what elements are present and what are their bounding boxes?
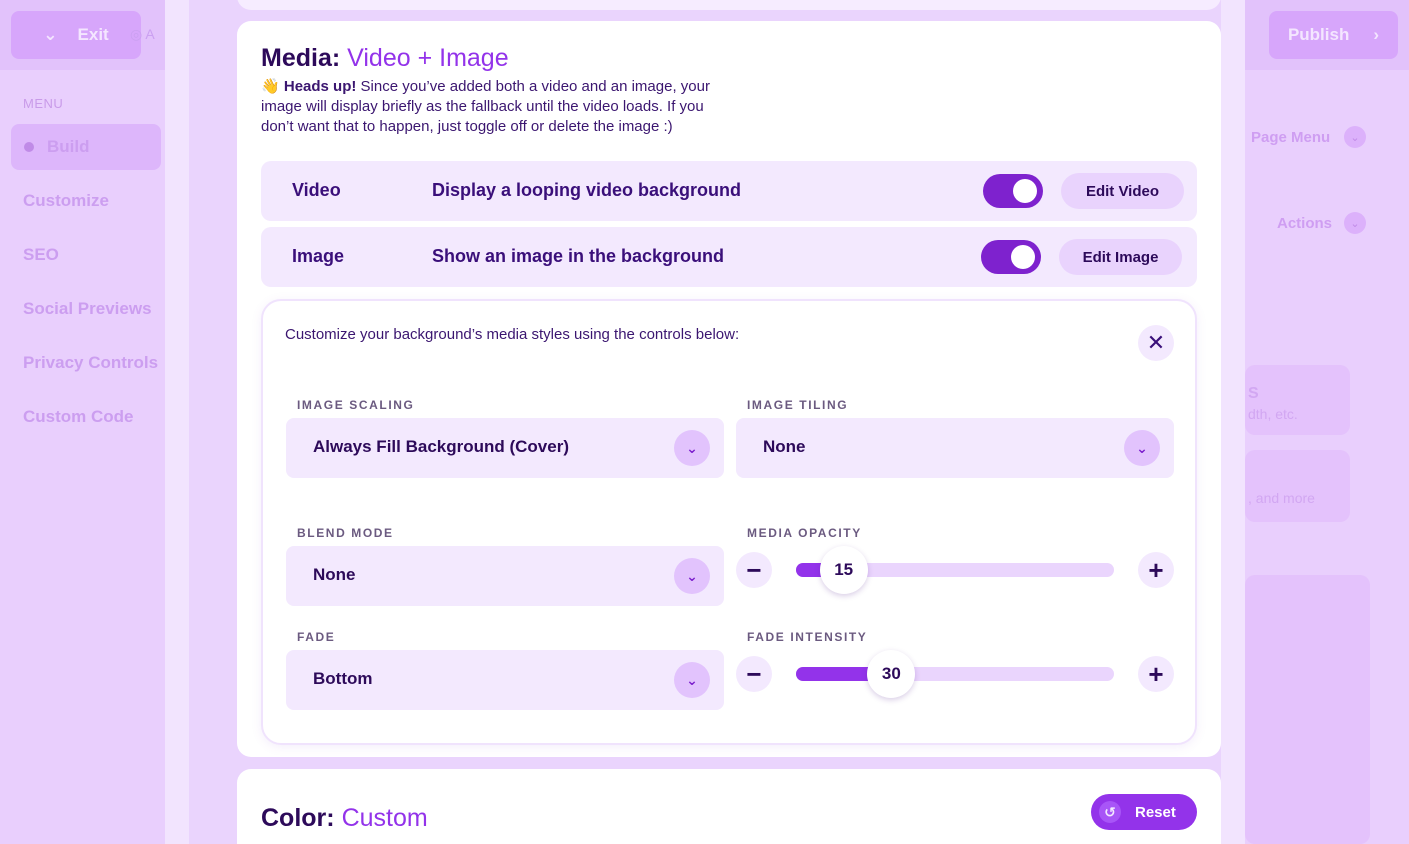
image-tiling-label: IMAGE TILING: [747, 398, 849, 412]
color-card: Color: Custom ↺ Reset: [237, 769, 1221, 844]
page-menu-dropdown[interactable]: Page Menu: [1251, 129, 1330, 146]
sidebar: [0, 70, 165, 844]
image-tiling-select[interactable]: None ⌄: [736, 418, 1174, 478]
exit-label: Exit: [77, 25, 109, 44]
color-title: Color: Custom: [261, 804, 428, 832]
fade-value: Bottom: [313, 669, 373, 688]
fade-intensity-label: FADE INTENSITY: [747, 630, 868, 644]
close-icon[interactable]: ✕: [1138, 325, 1174, 361]
blend-mode-label: BLEND MODE: [297, 526, 394, 540]
sidebar-item-privacy-controls[interactable]: Privacy Controls: [23, 353, 158, 373]
chevron-down-icon: ⌄: [43, 25, 58, 44]
fade-increase-button[interactable]: +: [1138, 656, 1174, 692]
reset-label: Reset: [1135, 803, 1176, 821]
media-card: Media: Video + Image 👋 Heads up! Since y…: [237, 21, 1221, 757]
check-circle-icon: ◎: [130, 26, 143, 42]
image-row: Image Show an image in the background Ed…: [261, 227, 1197, 287]
color-type-accent: Custom: [341, 804, 428, 832]
reset-button[interactable]: ↺ Reset: [1091, 794, 1197, 830]
slider-thumb[interactable]: 30: [867, 650, 916, 698]
fade-select[interactable]: Bottom ⌄: [286, 650, 724, 710]
image-row-description: Show an image in the background: [432, 246, 725, 266]
image-scaling-value: Always Fill Background (Cover): [313, 437, 569, 456]
toggle-knob: [1013, 179, 1037, 203]
sidebar-item-custom-code[interactable]: Custom Code: [23, 407, 134, 427]
image-row-name: Image: [292, 246, 345, 266]
chevron-down-icon: ⌄: [674, 430, 710, 466]
sidebar-item-seo[interactable]: SEO: [23, 245, 59, 265]
sidebar-item-build[interactable]: Build: [47, 137, 90, 157]
right-panel-snippet: S: [1248, 385, 1259, 402]
blend-mode-value: None: [313, 565, 356, 584]
publish-label: Publish: [1287, 25, 1350, 44]
chevron-down-icon: ⌄: [674, 558, 710, 594]
toggle-knob: [1011, 245, 1035, 269]
heads-up-label: Heads up!: [283, 78, 357, 95]
media-styles-panel: Customize your background’s media styles…: [261, 299, 1197, 745]
video-row: Video Display a looping video background…: [261, 161, 1197, 221]
chevron-right-icon: ›: [1373, 25, 1380, 44]
exit-button[interactable]: ⌄ Exit: [11, 11, 141, 59]
sidebar-menu-label: MENU: [23, 96, 64, 111]
modal-scroll-area: Media: Video + Image 👋 Heads up! Since y…: [189, 0, 1221, 844]
chevron-down-icon: ⌄: [674, 662, 710, 698]
edit-image-button[interactable]: Edit Image: [1059, 239, 1182, 275]
autosave-indicator: ◎ A: [130, 26, 155, 42]
right-panel-card: [1245, 575, 1370, 844]
right-panel-snippet: dth, etc.: [1248, 406, 1298, 422]
right-panel-snippet: , and more: [1248, 490, 1315, 506]
slider-thumb[interactable]: 15: [819, 546, 868, 594]
sidebar-item-customize[interactable]: Customize: [23, 191, 109, 211]
media-opacity-label: MEDIA OPACITY: [747, 526, 862, 540]
customize-intro-text: Customize your background’s media styles…: [285, 326, 740, 343]
right-panel-card: [1245, 450, 1350, 522]
blend-mode-select[interactable]: None ⌄: [286, 546, 724, 606]
edit-video-button[interactable]: Edit Video: [1061, 173, 1184, 209]
publish-button[interactable]: Publish ›: [1269, 11, 1398, 59]
wave-icon: 👋: [261, 78, 280, 95]
image-scaling-label: IMAGE SCALING: [297, 398, 415, 412]
previous-card: [237, 0, 1221, 10]
right-panel-card: [1245, 365, 1350, 435]
media-title: Media: Video + Image: [261, 44, 509, 72]
opacity-decrease-button[interactable]: −: [736, 552, 772, 588]
reset-icon: ↺: [1099, 801, 1121, 823]
video-row-description: Display a looping video background: [432, 180, 742, 200]
fade-label: FADE: [297, 630, 336, 644]
heads-up-notice: 👋 Heads up! Since you’ve added both a vi…: [261, 77, 721, 137]
image-scaling-select[interactable]: Always Fill Background (Cover) ⌄: [286, 418, 724, 478]
chevron-down-icon: ⌄: [1344, 126, 1366, 148]
chevron-down-icon: ⌄: [1124, 430, 1160, 466]
image-toggle[interactable]: [981, 240, 1041, 274]
media-opacity-slider[interactable]: 15: [796, 546, 1114, 594]
chevron-down-icon: ⌄: [1344, 212, 1366, 234]
image-tiling-value: None: [763, 437, 806, 456]
sidebar-item-social-previews[interactable]: Social Previews: [23, 299, 152, 319]
opacity-increase-button[interactable]: +: [1138, 552, 1174, 588]
actions-dropdown[interactable]: Actions: [1277, 215, 1332, 232]
active-dot-icon: [24, 142, 34, 152]
video-toggle[interactable]: [983, 174, 1043, 208]
media-type-accent: Video + Image: [347, 44, 509, 72]
fade-decrease-button[interactable]: −: [736, 656, 772, 692]
background-settings-modal: Media: Video + Image 👋 Heads up! Since y…: [165, 0, 1245, 844]
fade-intensity-slider[interactable]: 30: [796, 650, 1114, 698]
video-row-name: Video: [292, 180, 341, 200]
